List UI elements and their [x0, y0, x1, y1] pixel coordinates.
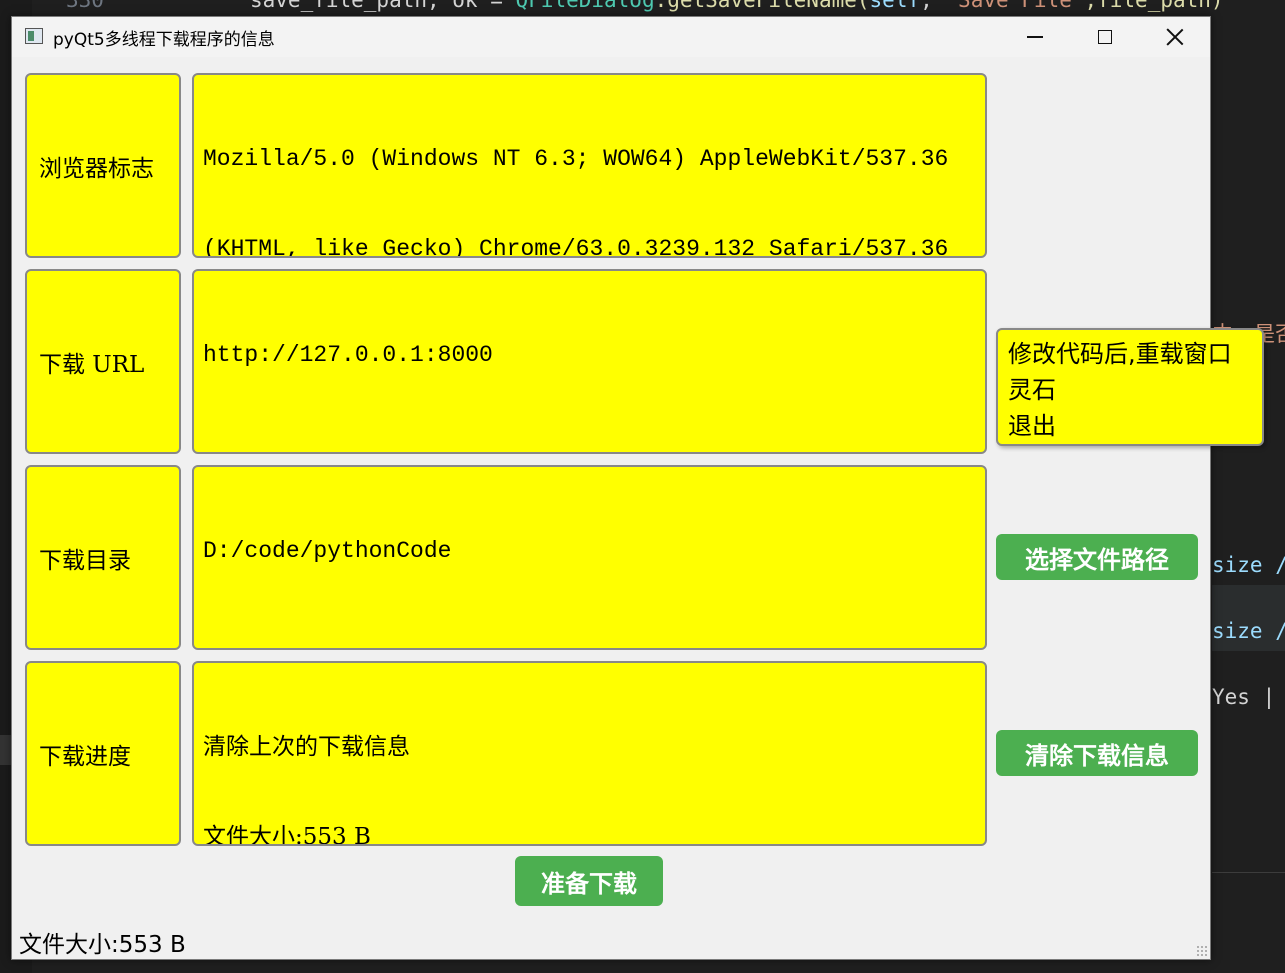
url-field[interactable]: http://127.0.0.1:8000 — [192, 269, 987, 454]
field-line: Mozilla/5.0 (Windows NT 6.3; WOW64) Appl… — [203, 146, 949, 172]
close-icon — [1166, 28, 1184, 46]
editor-code-fragment: size / — [1212, 553, 1285, 577]
app-icon — [25, 28, 43, 44]
directory-field[interactable]: D:/code/pythonCode — [192, 465, 987, 650]
directory-label: 下载目录 — [25, 465, 181, 650]
field-line: D:/code/pythonCode — [203, 538, 452, 564]
user-agent-label: 浏览器标志 — [25, 73, 181, 258]
field-line: 文件大小:553 B — [203, 824, 371, 846]
field-line: http://127.0.0.1:8000 — [203, 342, 493, 368]
maximize-button[interactable] — [1070, 17, 1140, 57]
title-bar[interactable]: pyQt5多线程下载程序的信息 — [12, 17, 1210, 57]
editor-divider — [1212, 872, 1285, 873]
window-title: pyQt5多线程下载程序的信息 — [53, 30, 275, 50]
editor-line-number: 330 — [66, 0, 104, 12]
menu-item-exit[interactable]: 退出 — [1008, 408, 1252, 444]
progress-field[interactable]: 清除上次的下载信息 文件大小:553 B — [192, 661, 987, 846]
code-token: save_file_path, ok = — [250, 0, 516, 12]
code-token: "Save File" — [945, 0, 1085, 12]
resize-grip-icon[interactable] — [1196, 945, 1208, 957]
start-download-button[interactable]: 准备下载 — [515, 856, 663, 906]
code-token: ,file_path) — [1084, 0, 1224, 12]
code-token: self — [869, 0, 921, 12]
editor-code-fragment: Yes | — [1212, 685, 1276, 709]
code-token: , — [920, 0, 946, 12]
minimize-icon — [1027, 36, 1043, 38]
close-button[interactable] — [1140, 17, 1210, 57]
menu-item-reload[interactable]: 修改代码后,重载窗口 — [1008, 336, 1252, 372]
editor-code-line: save_file_path, ok = QFileDialog.getSave… — [250, 0, 1224, 12]
clear-info-button[interactable]: 清除下载信息 — [996, 730, 1198, 776]
field-line: 清除上次的下载信息 — [203, 734, 410, 760]
minimize-button[interactable] — [1000, 17, 1070, 57]
editor-code-fragment: size / — [1212, 619, 1285, 643]
menu-item-lingshi[interactable]: 灵石 — [1008, 372, 1252, 408]
status-bar: 文件大小:553 B — [19, 932, 186, 958]
maximize-icon — [1098, 30, 1112, 44]
user-agent-field[interactable]: Mozilla/5.0 (Windows NT 6.3; WOW64) Appl… — [192, 73, 987, 258]
context-menu: 修改代码后,重载窗口 灵石 退出 — [996, 328, 1264, 446]
app-window: pyQt5多线程下载程序的信息 浏览器标志 Mozilla/5.0 (Windo… — [11, 16, 1211, 960]
code-token: QFileDialog — [515, 0, 655, 12]
field-line: (KHTML, like Gecko) Chrome/63.0.3239.132… — [203, 236, 949, 258]
choose-path-button[interactable]: 选择文件路径 — [996, 534, 1198, 580]
url-label: 下载 URL — [25, 269, 181, 454]
progress-label: 下载进度 — [25, 661, 181, 846]
code-token: .getSaveFileName( — [654, 0, 870, 12]
